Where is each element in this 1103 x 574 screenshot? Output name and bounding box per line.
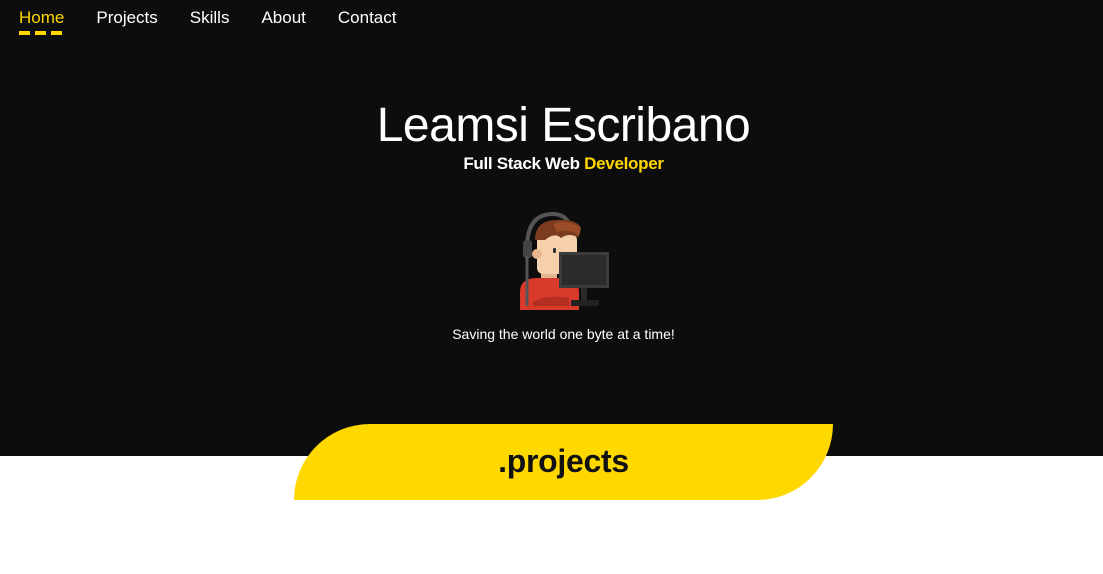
nav-item-home[interactable]: Home (19, 8, 65, 35)
nav-item-contact[interactable]: Contact (338, 8, 397, 28)
nav-item-projects[interactable]: Projects (96, 8, 157, 28)
hero-name: Leamsi Escribano (376, 99, 751, 152)
projects-heading: .projects (498, 443, 629, 479)
main-nav: Home Projects Skills About Contact (19, 8, 428, 35)
nav-item-skills[interactable]: Skills (190, 8, 230, 28)
developer-at-computer-icon (515, 210, 615, 310)
subtitle-accent: Developer (584, 154, 664, 173)
subtitle-prefix: Full Stack Web (463, 154, 585, 173)
projects-section-banner: .projects (294, 424, 833, 500)
hero-section: Home Projects Skills About Contact Leams… (0, 0, 1103, 456)
hero-subtitle: Full Stack Web Developer (0, 154, 1103, 174)
avatar-svg (520, 211, 609, 310)
hero-tagline: Saving the world one byte at a time! (452, 326, 675, 342)
nav-item-about[interactable]: About (261, 8, 305, 28)
